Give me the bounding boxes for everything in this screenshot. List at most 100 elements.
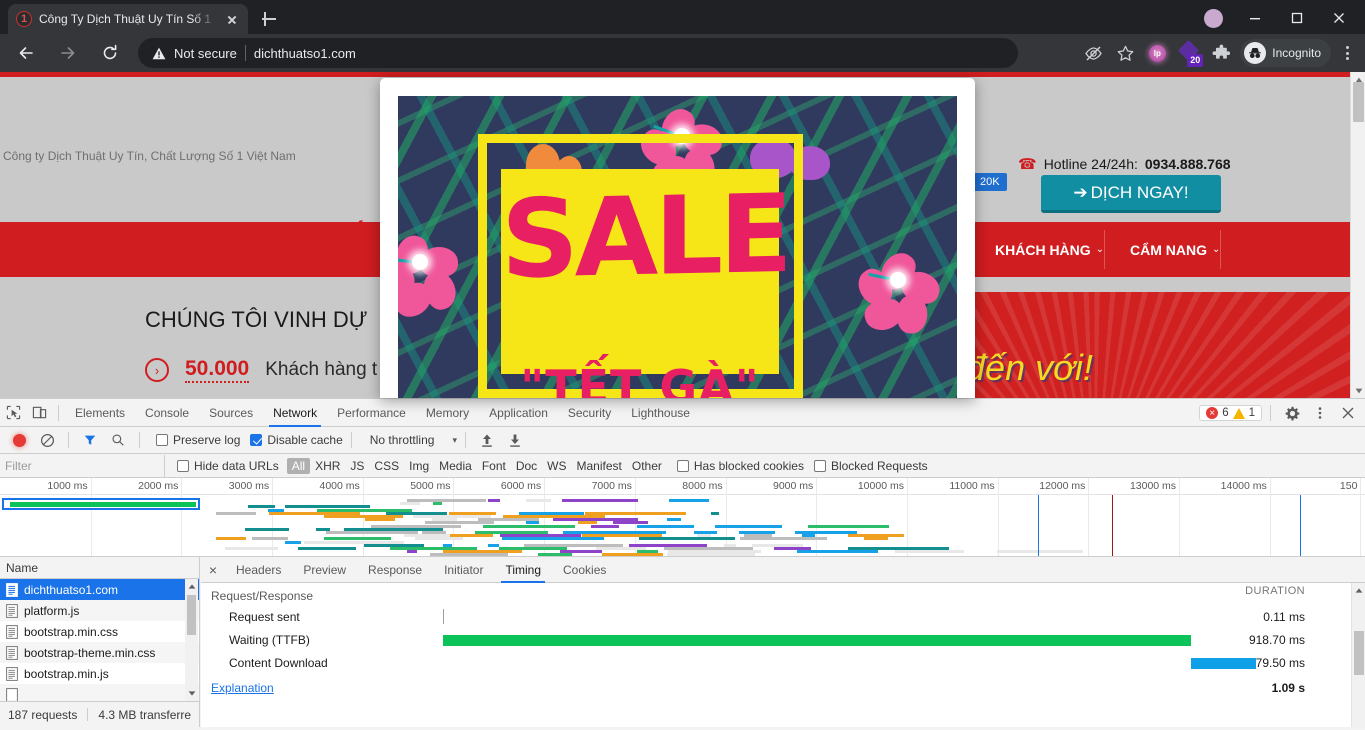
- search-icon[interactable]: [105, 426, 131, 454]
- blocked-requests-checkbox-box[interactable]: [813, 459, 826, 472]
- detail-pane-scrollbar[interactable]: [1351, 583, 1365, 727]
- inspect-element-icon[interactable]: [0, 399, 26, 427]
- extensions-puzzle-icon[interactable]: [1206, 38, 1236, 68]
- devtools-tab-application[interactable]: Application: [479, 399, 558, 427]
- close-detail-icon[interactable]: ×: [201, 557, 225, 583]
- device-toolbar-icon[interactable]: [26, 399, 52, 427]
- filter-funnel-icon[interactable]: [77, 426, 103, 454]
- timing-row-bar: [1190, 658, 1256, 669]
- devtools-tab-sources[interactable]: Sources: [199, 399, 263, 427]
- extension-purple-icon[interactable]: 20: [1174, 38, 1204, 68]
- cast-icon[interactable]: [1193, 4, 1233, 32]
- extension-lastpass-icon[interactable]: lp: [1142, 38, 1172, 68]
- clear-requests-icon[interactable]: [34, 426, 60, 454]
- devtools-settings-gear-icon[interactable]: [1279, 399, 1305, 427]
- detail-tab-response[interactable]: Response: [357, 557, 433, 583]
- scroll-down-icon[interactable]: [185, 686, 198, 701]
- filter-type-media[interactable]: Media: [434, 458, 477, 474]
- request-row[interactable]: [0, 684, 199, 701]
- translate-now-button[interactable]: ➔ DỊCH NGAY!: [1041, 175, 1221, 213]
- filter-type-ws[interactable]: WS: [542, 458, 571, 474]
- devtools-tab-network[interactable]: Network: [263, 399, 327, 427]
- nav-item-khach-hang[interactable]: KHÁCH HÀNG ⌄: [995, 222, 1106, 277]
- filter-type-xhr[interactable]: XHR: [310, 458, 345, 474]
- devtools-tab-elements[interactable]: Elements: [65, 399, 135, 427]
- profile-incognito-button[interactable]: Incognito: [1240, 39, 1331, 67]
- blocked-requests-checkbox[interactable]: Blocked Requests: [813, 459, 928, 473]
- browser-menu-icon[interactable]: [1333, 38, 1361, 68]
- filter-type-css[interactable]: CSS: [369, 458, 404, 474]
- reload-icon[interactable]: [92, 35, 128, 71]
- promo-modal[interactable]: SALE "TẾT GÀ": [380, 78, 975, 398]
- hide-data-urls-checkbox[interactable]: Hide data URLs: [177, 459, 279, 473]
- timing-explanation-link[interactable]: Explanation: [211, 681, 274, 695]
- filter-input[interactable]: [0, 454, 165, 477]
- throttling-dropdown[interactable]: No throttling ▾: [370, 433, 457, 447]
- detail-tab-initiator[interactable]: Initiator: [433, 557, 494, 583]
- request-row[interactable]: bootstrap-theme.min.css: [0, 642, 199, 663]
- browser-tab[interactable]: 1 Công Ty Dịch Thuật Uy Tín Số 1: [8, 4, 248, 34]
- error-icon: ×: [1206, 407, 1219, 419]
- import-har-icon[interactable]: [474, 426, 500, 454]
- chevron-down-icon: ▾: [452, 434, 457, 445]
- scroll-up-icon[interactable]: [1352, 583, 1365, 598]
- has-blocked-cookies-checkbox-box[interactable]: [676, 459, 689, 472]
- detail-pane-scrollbar-thumb[interactable]: [1354, 631, 1364, 675]
- overview-tick: 6000 ms: [500, 480, 542, 492]
- filter-type-img[interactable]: Img: [404, 458, 434, 474]
- detail-tab-preview[interactable]: Preview: [292, 557, 357, 583]
- devtools-more-menu-icon[interactable]: [1307, 399, 1333, 427]
- request-list-scrollbar[interactable]: [185, 579, 198, 701]
- minimize-icon[interactable]: [1235, 4, 1275, 32]
- request-name: platform.js: [24, 603, 80, 618]
- overview-bar: [488, 499, 500, 502]
- filter-type-all[interactable]: All: [286, 457, 311, 474]
- hide-data-urls-checkbox-box[interactable]: [177, 459, 189, 472]
- request-row[interactable]: bootstrap.min.js: [0, 663, 199, 684]
- forward-icon[interactable]: [50, 35, 86, 71]
- overview-tick: 14000 ms: [1220, 480, 1267, 492]
- preserve-log-checkbox[interactable]: Preserve log: [156, 433, 240, 447]
- preserve-log-checkbox-box[interactable]: [156, 434, 168, 446]
- overview-bar: [636, 524, 695, 528]
- scroll-down-icon[interactable]: [1351, 383, 1365, 398]
- devtools-close-icon[interactable]: [1335, 399, 1361, 427]
- devtools-tab-console[interactable]: Console: [135, 399, 199, 427]
- record-button[interactable]: [6, 426, 32, 454]
- page-scrollbar-thumb[interactable]: [1353, 82, 1364, 122]
- filter-type-font[interactable]: Font: [477, 458, 511, 474]
- new-tab-icon[interactable]: [258, 8, 280, 30]
- nav-item-cam-nang[interactable]: CẨM NANG ⌄: [1130, 222, 1222, 277]
- filter-type-manifest[interactable]: Manifest: [572, 458, 627, 474]
- hide-password-icon[interactable]: [1078, 38, 1108, 68]
- request-row[interactable]: platform.js: [0, 600, 199, 621]
- devtools-tab-memory[interactable]: Memory: [416, 399, 479, 427]
- maximize-icon[interactable]: [1277, 4, 1317, 32]
- page-scrollbar[interactable]: [1350, 72, 1365, 398]
- network-overview-timeline[interactable]: 1000 ms 2000 ms 3000 ms 4000 ms 5000 ms 6000 …: [0, 478, 1365, 557]
- request-list-scrollbar-thumb[interactable]: [187, 595, 196, 635]
- request-list[interactable]: dichthuatso1.com platform.js bootstrap.min…: [0, 579, 199, 701]
- bookmark-star-icon[interactable]: [1110, 38, 1140, 68]
- filter-type-other[interactable]: Other: [627, 458, 667, 474]
- detail-tab-cookies[interactable]: Cookies: [552, 557, 617, 583]
- request-row[interactable]: dichthuatso1.com: [0, 579, 199, 600]
- close-window-icon[interactable]: [1319, 4, 1359, 32]
- export-har-icon[interactable]: [502, 426, 528, 454]
- disable-cache-checkbox[interactable]: Disable cache: [250, 433, 343, 447]
- devtools-tab-lighthouse[interactable]: Lighthouse: [621, 399, 700, 427]
- scroll-up-icon[interactable]: [185, 579, 198, 594]
- filter-type-js[interactable]: JS: [345, 458, 369, 474]
- disable-cache-checkbox-box[interactable]: [250, 434, 263, 446]
- devtools-tab-security[interactable]: Security: [558, 399, 621, 427]
- issues-badge[interactable]: × 6 1: [1199, 405, 1262, 421]
- filter-type-doc[interactable]: Doc: [511, 458, 542, 474]
- has-blocked-cookies-checkbox[interactable]: Has blocked cookies: [676, 459, 804, 473]
- close-tab-icon[interactable]: [224, 11, 240, 27]
- request-row[interactable]: bootstrap.min.css: [0, 621, 199, 642]
- detail-tab-headers[interactable]: Headers: [225, 557, 292, 583]
- detail-tab-timing[interactable]: Timing: [494, 557, 552, 583]
- address-bar[interactable]: Not secure dichthuatso1.com: [138, 38, 1018, 68]
- back-icon[interactable]: [8, 35, 44, 71]
- devtools-tab-performance[interactable]: Performance: [327, 399, 416, 427]
